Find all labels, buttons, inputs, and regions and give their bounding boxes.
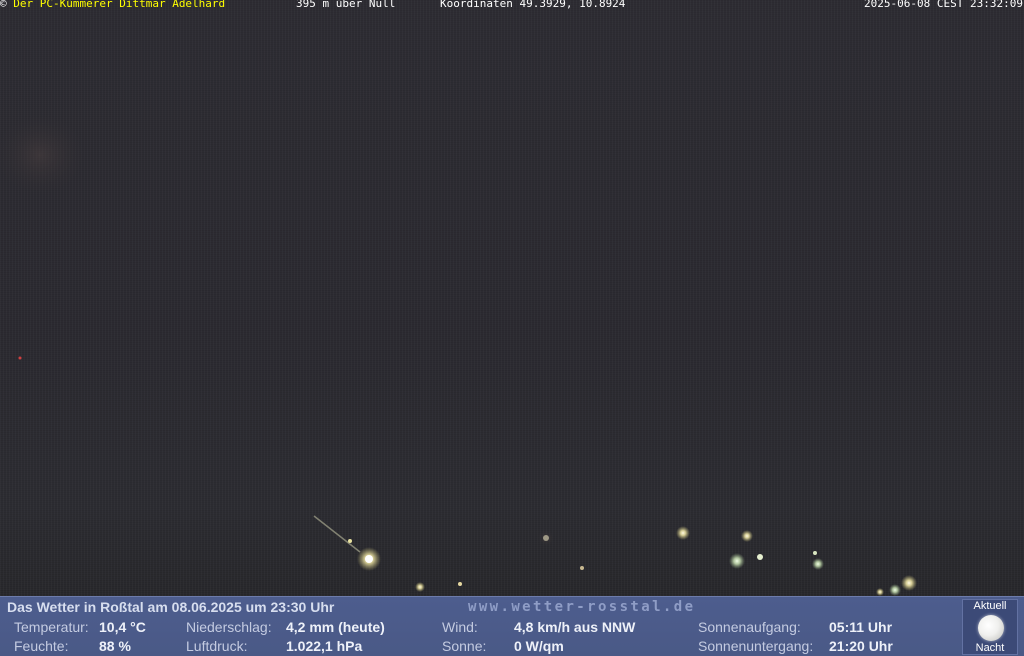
light: [901, 575, 917, 591]
precipitation-value: 4,2 mm (heute): [286, 619, 385, 635]
light: [889, 584, 901, 596]
light: [876, 588, 884, 596]
sunset-value: 21:20 Uhr: [829, 638, 893, 654]
light: [543, 535, 549, 541]
sunrise-label: Sonnenaufgang:: [698, 619, 801, 635]
humidity-value: 88 %: [99, 638, 131, 654]
copyright-symbol: ©: [0, 0, 7, 10]
light: [580, 566, 584, 570]
pressure-value: 1.022,1 hPa: [286, 638, 363, 654]
owner-caption: © Der PC-Kümmerer Dittmar Adelhard: [0, 0, 225, 9]
precipitation-label: Niederschlag:: [186, 619, 272, 635]
moon-phase-bottom-label: Nacht: [975, 642, 1005, 654]
sun-label: Sonne:: [442, 638, 487, 654]
camera-caption-bar: © Der PC-Kümmerer Dittmar Adelhard 395 m…: [0, 0, 1024, 10]
sunrise-value: 05:11 Uhr: [829, 619, 893, 635]
wind-label: Wind:: [442, 619, 478, 635]
weather-title: Das Wetter in Roßtal am 08.06.2025 um 23…: [7, 599, 335, 615]
website-link[interactable]: www.wetter-rosstal.de: [468, 599, 695, 615]
temperature-label: Temperatur:: [14, 619, 89, 635]
coordinates-caption: Koordinaten 49.3929, 10.8924: [440, 0, 626, 10]
altitude-caption: 395 m über Null: [296, 0, 396, 10]
moon-phase-top-label: Aktuell: [973, 600, 1007, 612]
light: [348, 539, 352, 543]
wind-value: 4,8 km/h aus NNW: [514, 619, 636, 635]
sunset-label: Sonnenuntergang:: [698, 638, 814, 654]
light: [813, 551, 817, 555]
weather-panel: Das Wetter in Roßtal am 08.06.2025 um 23…: [0, 596, 1024, 656]
pressure-label: Luftdruck:: [186, 638, 248, 654]
sun-value: 0 W/qm: [514, 638, 564, 654]
full-moon-icon: [978, 615, 1004, 641]
light-streak: [313, 515, 361, 553]
light: [676, 526, 690, 540]
temperature-value: 10,4 °C: [99, 619, 146, 635]
light: [18, 356, 22, 360]
light: [757, 554, 763, 560]
light: [741, 530, 753, 542]
village-lights: [0, 115, 917, 596]
timestamp-caption: 2025-06-08 CEST 23:32:09: [864, 0, 1023, 10]
light: [812, 558, 824, 570]
owner-name: Der PC-Kümmerer Dittmar Adelhard: [13, 0, 226, 10]
light: [458, 582, 462, 586]
moon-phase-box: Aktuell Nacht: [962, 599, 1018, 655]
webcam-frame: © Der PC-Kümmerer Dittmar Adelhard 395 m…: [0, 0, 1024, 656]
light: [415, 582, 425, 592]
humidity-label: Feuchte:: [14, 638, 69, 654]
light: [729, 553, 745, 569]
haze-patch: [0, 115, 85, 195]
light: [365, 555, 373, 563]
